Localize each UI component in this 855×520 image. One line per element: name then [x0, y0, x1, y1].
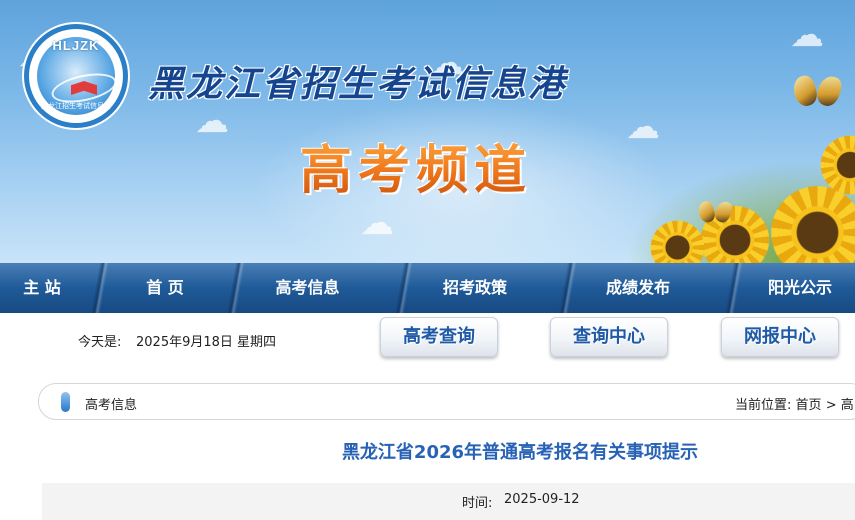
breadcrumb-separator: > — [825, 398, 837, 413]
cloud-pattern-icon: ☁ — [195, 101, 229, 141]
breadcrumb: 当前位置: 首页 > 高 — [735, 394, 854, 413]
date-value: 2025年9月18日 星期四 — [136, 335, 277, 350]
main-nav: 主 站 首 页 高考信息 招考政策 成绩发布 阳光公示 — [0, 263, 855, 313]
query-center-button[interactable]: 查询中心 — [550, 317, 668, 357]
breadcrumb-prefix: 当前位置: — [735, 398, 792, 413]
online-registration-button[interactable]: 网报中心 — [721, 317, 839, 357]
butterfly-icon — [696, 199, 734, 226]
breadcrumb-bar: 高考信息 当前位置: 首页 > 高 — [38, 383, 855, 420]
nav-item-main-site[interactable]: 主 站 — [0, 263, 84, 313]
logo-ring-text: 黑龙江招生考试信息港 — [41, 102, 111, 110]
breadcrumb-home-link[interactable]: 首页 — [796, 398, 822, 413]
section-marker-icon — [61, 392, 70, 412]
logo-caption: HLJZK — [52, 38, 100, 53]
article-meta-bar: 时间: 2025-09-12 — [42, 483, 855, 520]
nav-item-public-notice[interactable]: 阳光公示 — [745, 263, 855, 313]
cloud-pattern-icon: ☁ — [360, 203, 394, 243]
nav-item-gaokao-info[interactable]: 高考信息 — [250, 263, 365, 313]
gaokao-query-button[interactable]: 高考查询 — [380, 317, 498, 357]
channel-title: 高考频道 — [300, 128, 532, 203]
publish-time-label: 时间: — [462, 496, 493, 511]
cloud-pattern-icon: ☁ — [790, 15, 824, 55]
nav-separator — [718, 263, 748, 313]
site-title: 黑龙江省招生考试信息港 — [148, 63, 567, 105]
nav-item-admission-policy[interactable]: 招考政策 — [415, 263, 535, 313]
butterfly-icon — [789, 73, 845, 112]
nav-separator — [220, 263, 250, 313]
breadcrumb-current-link[interactable]: 高 — [841, 398, 854, 413]
date-label: 今天是: — [78, 335, 122, 350]
site-banner: ☁ ☁ ☁ ☁ ☁ ☁ HLJZK 黑龙江招生考试信息港 黑龙江省招生考试信息港… — [0, 0, 855, 263]
section-title: 高考信息 — [85, 398, 138, 413]
site-logo[interactable]: HLJZK 黑龙江招生考试信息港 — [24, 24, 128, 128]
nav-separator — [388, 263, 418, 313]
nav-item-home[interactable]: 首 页 — [110, 263, 220, 313]
publish-time-value: 2025-09-12 — [504, 492, 580, 507]
article-title: 黑龙江省2026年普通高考报名有关事项提示 — [341, 442, 699, 463]
cloud-pattern-icon: ☁ — [626, 107, 660, 147]
nav-item-score-release[interactable]: 成绩发布 — [578, 263, 698, 313]
date-and-quick-links: 今天是: 2025年9月18日 星期四 高考查询 查询中心 网报中心 — [0, 313, 855, 365]
